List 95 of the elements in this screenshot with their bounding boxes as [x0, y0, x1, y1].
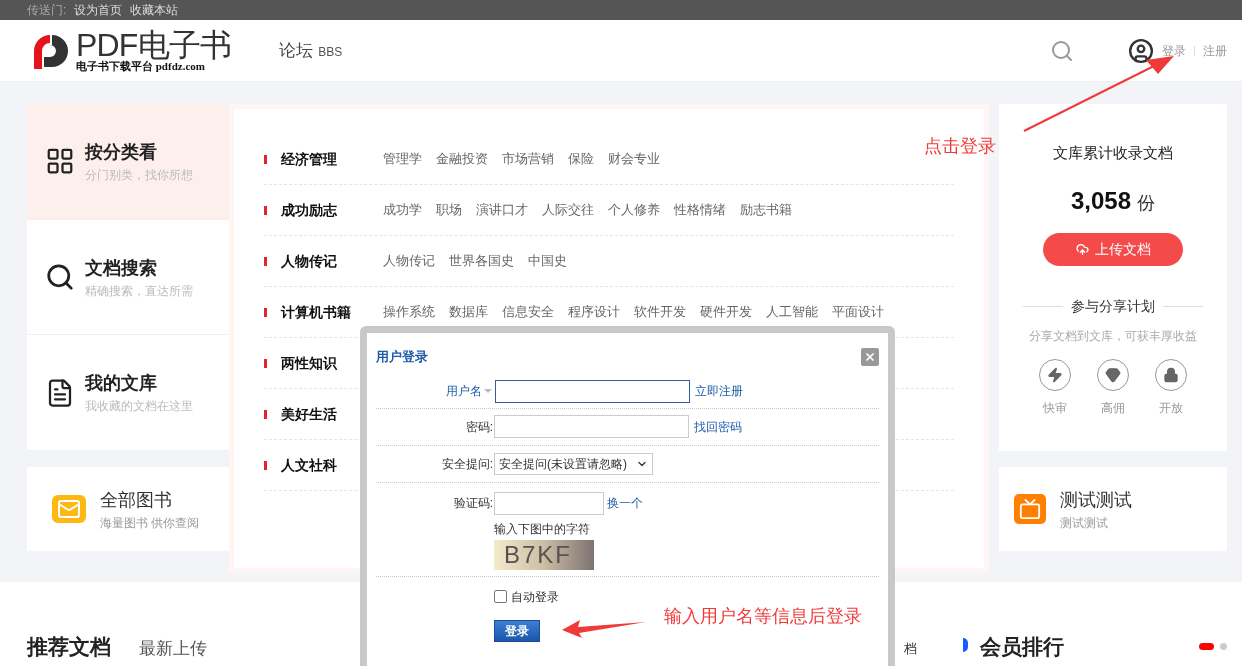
section-tab[interactable]: 最新上传	[139, 635, 207, 661]
category-tag[interactable]: 程序设计	[568, 302, 620, 322]
auto-login-label: 自动登录	[511, 588, 559, 606]
category-marker	[264, 307, 267, 317]
captcha-field[interactable]	[494, 491, 604, 515]
section-tab[interactable]: 档	[904, 638, 917, 658]
category-tag[interactable]: 软件开发	[634, 302, 686, 322]
category-tag[interactable]: 性格情绪	[674, 200, 726, 220]
annotation-text: 输入用户名等信息后登录	[664, 605, 862, 628]
register-link[interactable]: 立即注册	[695, 382, 743, 400]
section-tab[interactable]: 推荐文档	[27, 630, 111, 662]
category-tag[interactable]: 信息安全	[502, 302, 554, 322]
category-marker	[264, 256, 267, 266]
nav-title: 我的文库	[85, 372, 158, 396]
nav-subtitle: 我收藏的文档在这里	[85, 398, 193, 416]
plan-title: 参与分享计划	[1071, 296, 1155, 316]
captcha-label: 验证码:	[452, 495, 494, 512]
category-tag[interactable]: 职场	[436, 200, 462, 220]
top-bar-link[interactable]: 收藏本站	[130, 1, 179, 19]
category-marker	[264, 358, 267, 368]
category-tag[interactable]: 平面设计	[832, 302, 884, 322]
feature-label: 开放	[1159, 399, 1183, 417]
category-tag[interactable]: 操作系统	[383, 302, 435, 322]
category-marker	[264, 460, 267, 470]
category-tag[interactable]: 世界各国史	[449, 251, 514, 271]
upload-icon	[1075, 242, 1089, 256]
category-name[interactable]: 经济管理	[281, 148, 383, 170]
password-label: 密码:	[464, 418, 494, 436]
stats-count: 3,058	[1070, 185, 1132, 216]
category-tag[interactable]: 金融投资	[436, 149, 488, 169]
search-icon	[45, 262, 75, 292]
close-button[interactable]	[861, 347, 879, 366]
card-subtitle: 海量图书 供你查阅	[100, 514, 200, 532]
logo-title: PDF电子书	[76, 29, 232, 61]
upload-button[interactable]: 上传文档	[1043, 232, 1183, 266]
books-card[interactable]: 全部图书 海量图书 供你查阅	[27, 467, 229, 551]
category-tag[interactable]: 人工智能	[766, 302, 818, 322]
captcha-image: B7KF	[494, 539, 594, 570]
stats-title: 文库累计收录文档	[1053, 143, 1173, 163]
nav-title: 文档搜索	[85, 256, 158, 280]
close-icon	[864, 350, 876, 363]
security-question-select[interactable]: 安全提问(未设置请忽略)	[494, 452, 653, 475]
forum-link[interactable]: 论坛 BBS	[279, 37, 343, 64]
password-field[interactable]	[494, 415, 689, 438]
category-tag[interactable]: 市场营销	[502, 149, 554, 169]
category-tag[interactable]: 硬件开发	[700, 302, 752, 322]
nav-subtitle: 分门别类，找你所想	[85, 166, 193, 184]
category-tag[interactable]: 个人修养	[608, 200, 660, 220]
card-subtitle: 测试测试	[1060, 514, 1109, 532]
feature-label: 快审	[1043, 399, 1067, 417]
dialog-title: 用户登录	[376, 348, 428, 366]
username-field[interactable]	[495, 379, 690, 403]
category-tag[interactable]: 成功学	[383, 200, 422, 220]
plan-subtitle: 分享文档到文库，可获丰厚收益	[1029, 327, 1197, 345]
category-tag[interactable]: 演讲口才	[476, 200, 528, 220]
category-tag[interactable]: 人际交往	[542, 200, 594, 220]
security-question-label: 安全提问:	[440, 455, 494, 473]
card-title: 全部图书	[100, 488, 173, 512]
forgot-password-link[interactable]: 找回密码	[694, 417, 742, 436]
category-tag[interactable]: 管理学	[383, 149, 422, 169]
section-title: 会员排行	[980, 633, 1064, 660]
logo-subtitle: 电子书下载平台 pdfdz.com	[76, 61, 206, 72]
category-tag[interactable]: 数据库	[449, 302, 488, 322]
captcha-hint: 输入下图中的字符	[494, 520, 591, 538]
nav-item[interactable]: 按分类看 分门别类，找你所想	[27, 104, 229, 220]
top-bar-label: 传送门:	[27, 2, 67, 19]
category-tag[interactable]: 财会专业	[608, 149, 660, 169]
auto-login-checkbox[interactable]	[494, 590, 507, 603]
search-icon[interactable]	[1050, 38, 1074, 63]
feature-label: 高佣	[1101, 399, 1125, 417]
category-name[interactable]: 计算机书籍	[281, 301, 383, 323]
annotation-text: 点击登录	[924, 135, 996, 158]
category-tag[interactable]: 保险	[568, 149, 594, 169]
dropdown-caret-icon	[484, 389, 492, 393]
user-avatar-icon	[1128, 37, 1154, 64]
category-name[interactable]: 人物传记	[281, 250, 383, 272]
captcha-refresh-link[interactable]: 换一个	[607, 494, 643, 512]
username-label: 用户名	[445, 383, 482, 400]
category-name[interactable]: 成功励志	[281, 199, 383, 221]
test-card[interactable]: 测试测试 测试测试	[999, 467, 1227, 551]
category-tag[interactable]: 励志书籍	[740, 200, 792, 220]
stats-unit: 份	[1137, 191, 1156, 215]
category-marker	[264, 154, 267, 164]
category-marker	[264, 205, 267, 215]
login-button[interactable]: 登录	[494, 619, 540, 642]
card-title: 测试测试	[1060, 488, 1132, 512]
category-tag[interactable]: 中国史	[528, 251, 567, 271]
category-marker	[264, 409, 267, 419]
nav-subtitle: 精确搜索，直达所需	[85, 282, 193, 300]
tv-icon	[1014, 494, 1046, 524]
nav-title: 按分类看	[85, 140, 158, 164]
top-bar-link[interactable]: 设为首页	[74, 1, 123, 19]
category-tag[interactable]: 人物传记	[383, 251, 435, 271]
section-marker	[963, 638, 968, 652]
mail-icon	[52, 495, 86, 523]
